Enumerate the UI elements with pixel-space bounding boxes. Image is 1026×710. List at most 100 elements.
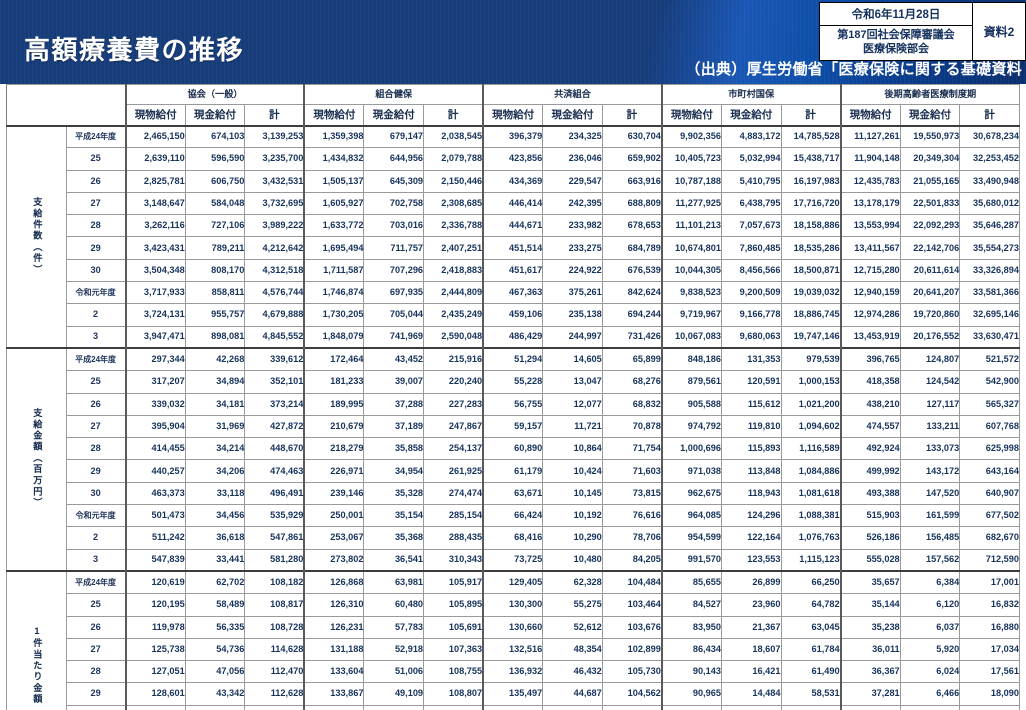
table-row: 25 120,195 58,489 108,817 126,310 60,480 105,8… (7, 593, 1020, 617)
table-body: 支給件数（件） 平成24年度 2,465,150 674,103 3,139,253 1,… (6, 124, 1020, 710)
data-cell-kumiai-genbutsu: 133,867 (303, 682, 365, 706)
data-cell-kumiai-genkin: 36,541 (363, 548, 425, 572)
data-cell-kokuho-genbutsu: 10,787,188 (660, 169, 722, 193)
data-cell-kumiai-kei: 2,444,809 (423, 281, 484, 305)
data-cell-kokuho-kei: 1,076,763 (780, 526, 842, 550)
table-row: 29 128,601 43,342 112,628 133,867 49,109 108,8… (7, 682, 1020, 706)
data-cell-kokuho-kei: 17,716,720 (780, 191, 842, 216)
data-cell-kyosai-genbutsu: 130,660 (482, 615, 544, 639)
data-cell-kumiai-genbutsu: 133,604 (303, 660, 365, 684)
data-cell-kokuho-genbutsu: 974,792 (660, 414, 722, 439)
data-cell-kyokai-kei: 4,845,552 (244, 325, 305, 349)
subheader-kouki-kei: 計 (959, 104, 1020, 126)
data-cell-kumiai-kei: 2,435,249 (423, 303, 484, 327)
meeting-name: 第187回社会保障審議会 医療保険部会 (820, 26, 972, 60)
subheader-kumiai-genbutsu: 現物給付 (303, 104, 365, 126)
data-cell-kyosai-genkin: 233,982 (542, 214, 603, 238)
data-cell-kouki-genkin: 19,550,973 (899, 124, 961, 149)
data-cell-kyokai-kei: 115,128 (244, 704, 305, 710)
data-cell-kokuho-genkin: 5,410,795 (720, 169, 782, 193)
data-cell-kyokai-genbutsu: 440,257 (124, 459, 186, 483)
data-cell-kouki-kei: 33,581,366 (959, 281, 1020, 305)
sub-header-row: 現物給付 現金給付計現物給付 現金給付計現物給付 現金給付計現物給付 現金給付計現物給付… (7, 104, 1020, 126)
data-cell-kouki-kei: 542,900 (959, 370, 1020, 394)
data-cell-kumiai-kei: 105,691 (423, 615, 484, 639)
data-cell-kouki-genbutsu: 526,186 (839, 526, 901, 550)
data-cell-kyosai-genkin: 62,328 (542, 570, 603, 595)
data-cell-kumiai-genbutsu: 172,464 (303, 347, 365, 372)
data-cell-kouki-kei: 32,253,452 (959, 147, 1020, 171)
data-cell-kouki-genbutsu: 12,715,280 (839, 258, 901, 283)
table-row: 28 3,262,116 727,106 3,989,222 1,633,772 703,… (7, 214, 1020, 238)
section-label-text: 支給件数（件） (31, 196, 42, 276)
data-cell-kyokai-kei: 108,817 (244, 593, 305, 617)
group-header-kouki: 後期高齢者医療制度期 (839, 84, 1020, 105)
data-cell-kyosai-kei: 104,484 (601, 570, 663, 595)
data-cell-kyosai-genbutsu: 446,414 (482, 191, 544, 216)
table-row: 30 3,504,348 808,170 4,312,518 1,711,587 707,… (7, 258, 1020, 283)
data-cell-kyosai-genbutsu: 486,429 (482, 325, 544, 349)
data-cell-kokuho-kei: 1,021,200 (780, 392, 842, 416)
data-cell-kouki-genbutsu: 499,992 (839, 459, 901, 483)
data-cell-kyokai-genkin: 674,103 (184, 124, 246, 149)
data-cell-kyokai-kei: 112,470 (244, 660, 305, 684)
data-cell-kokuho-kei: 18,886,745 (780, 303, 842, 327)
table-row: 30 463,373 33,118 496,491 239,146 35,328 274,4… (7, 481, 1020, 506)
data-cell-kumiai-genbutsu: 273,802 (303, 548, 365, 572)
data-cell-kyokai-genbutsu: 414,455 (124, 437, 186, 461)
data-cell-kokuho-genkin: 21,367 (720, 615, 782, 639)
subheader-kyokai-genkin: 現金給付 (184, 104, 246, 126)
data-cell-kyokai-genbutsu: 3,717,933 (124, 281, 186, 305)
data-cell-kyosai-kei: 688,809 (601, 191, 663, 216)
subheader-kyosai-genbutsu: 現物給付 (482, 104, 544, 126)
data-cell-kouki-genkin: 20,611,614 (899, 258, 961, 283)
group-header-kokuho: 市町村国保 (660, 84, 842, 105)
data-cell-kyosai-genbutsu: 459,106 (482, 303, 544, 327)
year-label: 27 (65, 637, 127, 662)
data-cell-kouki-genkin: 22,501,833 (899, 191, 961, 216)
data-cell-kyokai-kei: 3,139,253 (244, 124, 305, 149)
table-row: 27 125,738 54,736 114,628 131,188 52,918 107,3… (7, 637, 1020, 662)
data-cell-kokuho-kei: 1,000,153 (780, 370, 842, 394)
data-cell-kumiai-genkin: 34,954 (363, 459, 425, 483)
data-cell-kumiai-genbutsu: 1,434,832 (303, 147, 365, 171)
data-cell-kouki-kei: 33,490,948 (959, 169, 1020, 193)
data-cell-kyosai-kei: 102,899 (601, 637, 663, 662)
data-cell-kumiai-genbutsu: 253,067 (303, 526, 365, 550)
data-cell-kyosai-genbutsu: 60,890 (482, 437, 544, 461)
section-label-shikyu-kensu: 支給件数（件） (6, 124, 67, 349)
data-cell-kyosai-genbutsu: 63,671 (482, 481, 544, 506)
data-cell-kyosai-genbutsu: 66,424 (482, 504, 544, 528)
data-cell-kumiai-genkin: 711,757 (363, 236, 425, 260)
data-cell-kumiai-genkin: 37,189 (363, 414, 425, 439)
data-cell-kumiai-genbutsu: 181,233 (303, 370, 365, 394)
year-label: 27 (65, 191, 127, 216)
data-cell-kyosai-genkin: 55,275 (542, 593, 603, 617)
data-cell-kumiai-genkin: 697,935 (363, 281, 425, 305)
data-cell-kokuho-genbutsu: 991,570 (660, 548, 722, 572)
data-cell-kyosai-genkin: 46,432 (542, 660, 603, 684)
data-cell-kokuho-genbutsu: 95,843 (660, 704, 722, 710)
data-cell-kumiai-genkin: 39,007 (363, 370, 425, 394)
data-cell-kumiai-genkin: 43,452 (363, 347, 425, 372)
data-cell-kumiai-kei: 2,308,685 (423, 191, 484, 216)
data-cell-kumiai-genbutsu: 1,848,079 (303, 325, 365, 349)
data-cell-kokuho-genbutsu: 10,674,801 (660, 236, 722, 260)
data-cell-kumiai-kei: 2,418,883 (423, 258, 484, 283)
data-cell-kokuho-genkin: 7,057,673 (720, 214, 782, 238)
data-cell-kyosai-genkin: 375,261 (542, 281, 603, 305)
data-cell-kumiai-genbutsu: 1,711,587 (303, 258, 365, 283)
data-cell-kyokai-genbutsu: 3,262,116 (124, 214, 186, 238)
data-cell-kouki-kei: 16,880 (959, 615, 1020, 639)
data-cell-kumiai-genkin: 702,758 (363, 191, 425, 216)
data-cell-kokuho-genkin: 115,612 (720, 392, 782, 416)
data-cell-kumiai-genkin: 644,956 (363, 147, 425, 171)
data-cell-kouki-genkin: 133,211 (899, 414, 961, 439)
data-cell-kumiai-genbutsu: 126,231 (303, 615, 365, 639)
year-label: 平成24年度 (65, 124, 127, 149)
data-cell-kyokai-kei: 448,670 (244, 437, 305, 461)
data-cell-kumiai-genkin: 645,309 (363, 169, 425, 193)
data-cell-kouki-genkin: 20,176,552 (899, 325, 961, 349)
data-cell-kyosai-genkin: 229,547 (542, 169, 603, 193)
data-cell-kyosai-genbutsu: 51,294 (482, 347, 544, 372)
